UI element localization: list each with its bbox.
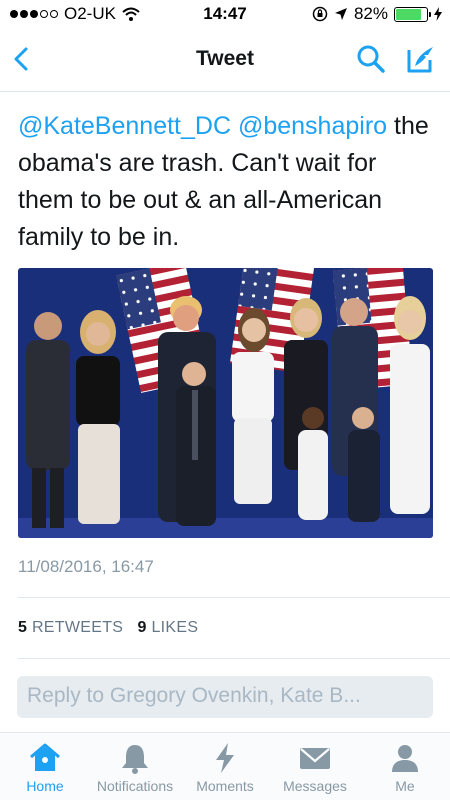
tab-label: Home bbox=[26, 778, 64, 794]
retweets-count: 5 bbox=[18, 619, 28, 636]
tab-label: Moments bbox=[196, 778, 254, 794]
location-arrow-icon bbox=[334, 8, 347, 20]
tab-bar: Home Notifications Moments Messages Me bbox=[0, 732, 450, 800]
tab-me[interactable]: Me bbox=[360, 733, 450, 800]
tweet-text: @KateBennett_DC @benshapiro the obama's … bbox=[18, 108, 438, 256]
envelope-icon bbox=[300, 748, 330, 769]
tab-label: Me bbox=[395, 778, 415, 794]
likes-stat[interactable]: 9 LIKES bbox=[138, 619, 199, 636]
tab-label: Messages bbox=[283, 778, 347, 794]
reply-input[interactable]: Reply to Gregory Ovenkin, Kate B... bbox=[17, 676, 433, 718]
home-icon bbox=[30, 743, 60, 771]
tab-messages[interactable]: Messages bbox=[270, 733, 360, 800]
lightning-icon bbox=[216, 743, 234, 773]
tweet-stats: 5 RETWEETS 9 LIKES bbox=[18, 619, 198, 637]
likes-label: LIKES bbox=[151, 619, 199, 636]
battery-percent: 82% bbox=[353, 4, 388, 23]
retweets-stat[interactable]: 5 RETWEETS bbox=[18, 619, 123, 636]
status-right-group: 82% bbox=[312, 4, 442, 24]
tab-notifications[interactable]: Notifications bbox=[90, 733, 180, 800]
mention-link[interactable]: @benshapiro bbox=[238, 112, 387, 140]
photo-image bbox=[18, 268, 433, 538]
likes-count: 9 bbox=[137, 619, 147, 636]
bell-icon bbox=[122, 745, 148, 774]
tab-label: Notifications bbox=[96, 778, 174, 794]
person-icon bbox=[392, 745, 418, 772]
compose-icon[interactable] bbox=[404, 42, 438, 76]
tweet-timestamp: 11/08/2016, 16:47 bbox=[18, 557, 154, 576]
navigation-bar: Tweet bbox=[0, 28, 450, 92]
battery-level-fill bbox=[396, 8, 421, 20]
mention-link[interactable]: @KateBennett_DC bbox=[18, 112, 231, 140]
tab-moments[interactable]: Moments bbox=[180, 733, 270, 800]
tweet-photo[interactable] bbox=[18, 268, 433, 538]
retweets-label: RETWEETS bbox=[31, 619, 124, 636]
status-bar: O2-UK 14:47 82% bbox=[0, 0, 450, 28]
divider bbox=[18, 658, 450, 659]
battery-icon bbox=[394, 6, 431, 22]
divider bbox=[18, 597, 450, 598]
rotation-lock-icon bbox=[312, 6, 328, 22]
search-icon[interactable] bbox=[354, 42, 388, 76]
charging-bolt-icon bbox=[434, 7, 442, 21]
tab-home[interactable]: Home bbox=[0, 733, 90, 800]
